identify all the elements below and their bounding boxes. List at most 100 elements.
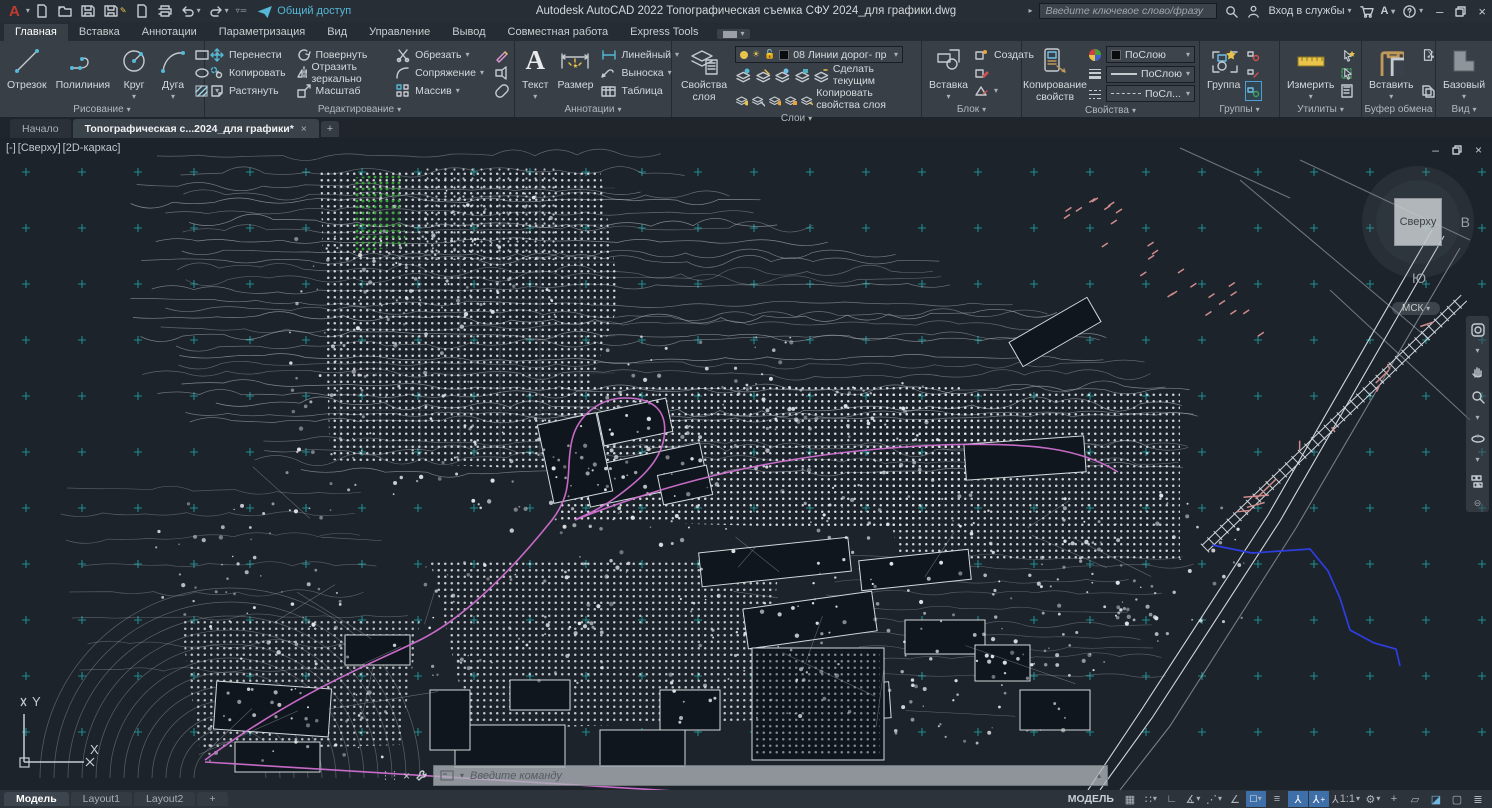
customization-button[interactable]: ≣ — [1468, 791, 1488, 807]
tab-home[interactable]: Главная — [4, 24, 68, 41]
ribbon-display-toggle[interactable]: ▾ — [717, 29, 750, 39]
viewcube[interactable]: Сверху В Ю МСК ▾ — [1366, 174, 1470, 324]
trim-button[interactable]: Обрезать▾ — [395, 46, 484, 64]
showmotion-button[interactable] — [1470, 473, 1486, 489]
model-tab[interactable]: Модель — [4, 792, 69, 806]
drawing-restore-button[interactable] — [1452, 145, 1462, 155]
lineweight-toggle[interactable]: ≡ — [1267, 791, 1287, 807]
panel-draw-label[interactable]: Рисование▾ — [0, 102, 204, 117]
stretch-button[interactable]: Растянуть — [209, 82, 286, 100]
drawing-close-button[interactable]: × — [1475, 143, 1482, 157]
viewport-visualstyle-control[interactable]: [2D-каркас] — [63, 142, 121, 154]
panel-groups-label[interactable]: Группы▾ — [1200, 102, 1279, 117]
linear-dim-button[interactable]: Линейный▾ — [600, 46, 680, 64]
line-button[interactable]: Отрезок — [4, 44, 50, 102]
viewcube-east[interactable]: В — [1461, 214, 1470, 230]
command-input[interactable] — [470, 770, 1091, 782]
quick-select-button[interactable] — [1340, 46, 1356, 64]
copy-button[interactable]: Копировать — [209, 64, 286, 82]
match-layer-button[interactable]: Копировать свойства слоя — [816, 87, 917, 111]
tab-collaborate[interactable]: Совместная работа — [497, 24, 620, 41]
tab-output[interactable]: Вывод — [441, 24, 496, 41]
layer-thaw-all-icon[interactable] — [768, 91, 781, 108]
close-button[interactable]: × — [1478, 4, 1486, 19]
new-drawing-tab-button[interactable]: + — [321, 121, 339, 137]
annotation-visibility-toggle[interactable]: ⅄ — [1288, 791, 1308, 807]
search-expand-icon[interactable]: ▸ — [1028, 7, 1032, 15]
plot-mobile-button[interactable] — [133, 2, 151, 20]
layout2-tab[interactable]: Layout2 — [134, 792, 195, 806]
layer-select-combo[interactable]: ☀ 🔓 08 Линии дорог- пр ▾ — [735, 46, 903, 63]
autoscale-toggle[interactable]: ⅄+ — [1309, 791, 1329, 807]
arc-button[interactable]: Дуга▾ — [155, 44, 191, 102]
fillet-button[interactable]: Сопряжение▾ — [395, 64, 484, 82]
tab-parametric[interactable]: Параметризация — [208, 24, 316, 41]
account-icon[interactable] — [1246, 4, 1261, 19]
layer-thaw-icon[interactable]: ☀ — [752, 49, 760, 60]
tab-view[interactable]: Вид — [316, 24, 358, 41]
help-icon[interactable]: ▾ — [1402, 4, 1423, 19]
layer-unlock-icon[interactable]: 🔓 — [764, 49, 775, 60]
wcs-menu[interactable]: МСК ▾ — [1392, 302, 1440, 315]
calculator-button[interactable] — [1340, 82, 1356, 100]
layer-off-icon[interactable] — [735, 91, 748, 108]
viewport-view-control[interactable]: [Сверху] — [18, 142, 61, 154]
redo-button[interactable]: ▾ — [207, 2, 230, 20]
app-store-icon[interactable] — [1359, 4, 1374, 19]
zoom-button[interactable] — [1470, 389, 1486, 405]
command-close-icon[interactable]: × — [403, 769, 410, 783]
group-button[interactable]: Группа — [1204, 44, 1243, 102]
tab-express-tools[interactable]: Express Tools — [619, 24, 709, 41]
app-menu-caret[interactable]: ▾ — [26, 7, 30, 15]
explode-button[interactable] — [494, 64, 510, 82]
drawing-canvas[interactable]: [-] [Сверху] [2D-каркас] – × Сверху В Ю … — [0, 138, 1492, 790]
text-button[interactable]: AТекст▾ — [519, 44, 551, 102]
erase-button[interactable] — [494, 46, 510, 64]
layout1-tab[interactable]: Layout1 — [71, 792, 132, 806]
layer-on-all-icon[interactable] — [751, 91, 764, 108]
panel-modify-label[interactable]: Редактирование▾ — [205, 102, 514, 117]
layer-unlock-all-icon[interactable] — [784, 91, 797, 108]
select-all-button[interactable] — [1340, 64, 1356, 82]
orbit-button[interactable] — [1470, 431, 1486, 447]
open-file-button[interactable] — [56, 2, 74, 20]
linetype-combo[interactable]: ПоСл...▾ — [1106, 85, 1195, 102]
group-edit-button[interactable] — [1246, 64, 1261, 82]
panel-properties-label[interactable]: Свойства▾ — [1022, 104, 1199, 117]
scale-button[interactable]: Масштаб — [296, 82, 386, 100]
object-snap-toggle[interactable]: □▾ — [1246, 791, 1266, 807]
panel-layers-label[interactable]: Слои▾ — [672, 113, 921, 124]
annotation-monitor-toggle[interactable]: + — [1384, 791, 1404, 807]
layer-on-icon[interactable] — [740, 51, 748, 59]
layer-properties-button[interactable]: Свойства слоя — [676, 44, 732, 113]
file-tab-close-icon[interactable]: × — [301, 123, 307, 135]
tab-annotate[interactable]: Аннотации — [131, 24, 208, 41]
match-properties-button[interactable]: Копирование свойств — [1026, 44, 1084, 104]
navigation-wheel-button[interactable] — [1470, 322, 1486, 338]
polar-tracking-toggle[interactable]: ∡▾ — [1183, 791, 1203, 807]
panel-utilities-label[interactable]: Утилиты▾ — [1280, 102, 1361, 117]
polyline-button[interactable]: Полилиния — [53, 44, 114, 102]
drawing-minimize-button[interactable]: – — [1432, 143, 1439, 157]
ungroup-button[interactable] — [1246, 46, 1261, 64]
cut-button[interactable] — [1420, 46, 1436, 64]
navbar-collapse-button[interactable]: ⊖ — [1474, 498, 1482, 509]
copy-clip-button[interactable] — [1420, 82, 1436, 100]
layer-lock-icon[interactable] — [794, 67, 811, 84]
print-button[interactable] — [156, 2, 174, 20]
minimize-button[interactable]: – — [1436, 4, 1443, 19]
new-layout-button[interactable]: + — [197, 792, 227, 806]
tab-manage[interactable]: Управление — [358, 24, 441, 41]
recent-commands-icon[interactable] — [440, 770, 454, 781]
clean-screen-button[interactable]: ▢ — [1447, 791, 1467, 807]
overkill-button[interactable] — [494, 82, 510, 100]
autodesk-app-icon[interactable]: A ▾ — [1381, 5, 1396, 17]
file-tab-start[interactable]: Начало — [10, 119, 71, 138]
viewport-menu-control[interactable]: [-] — [6, 142, 16, 154]
viewcube-top-face[interactable]: Сверху — [1394, 198, 1442, 246]
signin-button[interactable]: Вход в службы▾ — [1268, 5, 1351, 17]
paste-button[interactable]: Вставить▾ — [1366, 44, 1417, 102]
layer-color-swatch[interactable] — [779, 50, 789, 60]
ortho-toggle[interactable]: ∟ — [1162, 791, 1182, 807]
table-button[interactable]: Таблица — [600, 82, 680, 100]
